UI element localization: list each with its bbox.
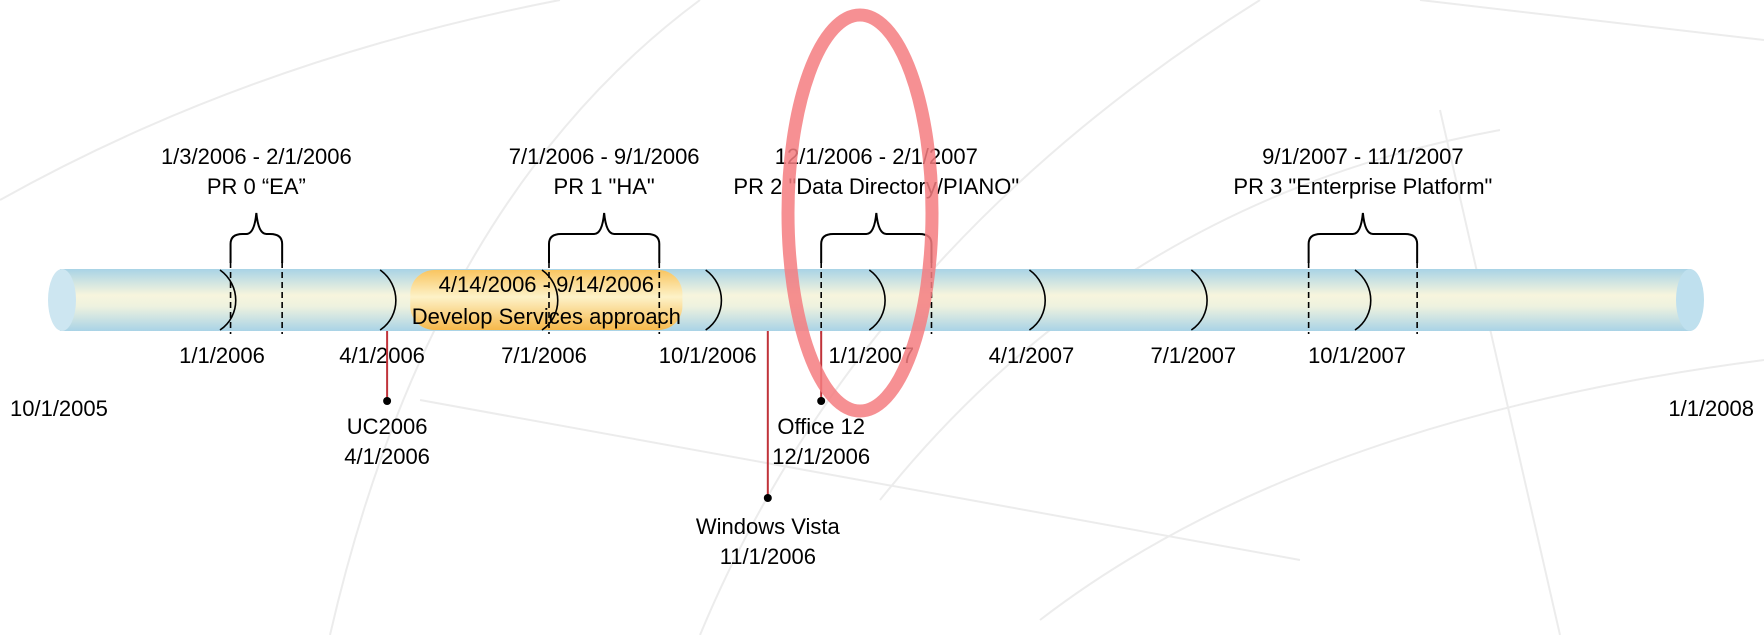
- timeline-bar: [48, 269, 1704, 331]
- milestone-name: Office 12: [777, 414, 865, 439]
- tick-label: 4/1/2007: [989, 343, 1075, 368]
- timeline-bar-start-cap: [48, 269, 76, 331]
- milestone-dot: [817, 397, 826, 405]
- phase-dates: 4/14/2006 - 9/14/2006: [439, 272, 654, 297]
- milestone-dot: [383, 397, 392, 405]
- span-name: PR 3 "Enterprise Platform": [1233, 174, 1492, 199]
- span-brace: [547, 212, 661, 263]
- tick-label: 7/1/2006: [501, 343, 587, 368]
- tick-label: 4/1/2006: [339, 343, 425, 368]
- tick-label: 7/1/2007: [1151, 343, 1237, 368]
- timeline-end-label: 1/1/2008: [1668, 396, 1754, 421]
- phase-bar: 4/14/2006 - 9/14/2006 Develop Services a…: [410, 270, 683, 330]
- timeline-start-label: 10/1/2005: [10, 396, 108, 421]
- span-brace: [820, 212, 933, 263]
- span-brace: [229, 212, 284, 263]
- milestone-date: 11/1/2006: [720, 544, 816, 569]
- milestone-dot: [763, 494, 772, 502]
- timeline-bar-end-cap: [1676, 269, 1704, 331]
- span-dates: 12/1/2006 - 2/1/2007: [775, 144, 978, 169]
- span-dates: 1/3/2006 - 2/1/2006: [161, 144, 352, 169]
- span-name: PR 0 “EA”: [207, 174, 306, 199]
- timeline-bar-body: [60, 269, 1691, 331]
- milestone-date: 4/1/2006: [344, 444, 430, 469]
- milestone-name: Windows Vista: [696, 514, 841, 539]
- span-dates: 9/1/2007 - 11/1/2007: [1262, 144, 1463, 169]
- milestone-date: 12/1/2006: [772, 444, 870, 469]
- timeline-diagram: 4/14/2006 - 9/14/2006 Develop Services a…: [0, 0, 1764, 635]
- milestone-name: UC2006: [347, 414, 428, 439]
- span-dates: 7/1/2006 - 9/1/2006: [509, 144, 700, 169]
- span-brace: [1307, 212, 1419, 263]
- tick-label: 10/1/2006: [659, 343, 757, 368]
- phase-label: Develop Services approach: [412, 304, 681, 329]
- tick-label: 10/1/2007: [1308, 343, 1406, 368]
- span-name: PR 1 "HA": [554, 174, 655, 199]
- tick-label: 1/1/2006: [179, 343, 265, 368]
- span-name: PR 2 "Data Directory/PIANO": [733, 174, 1019, 199]
